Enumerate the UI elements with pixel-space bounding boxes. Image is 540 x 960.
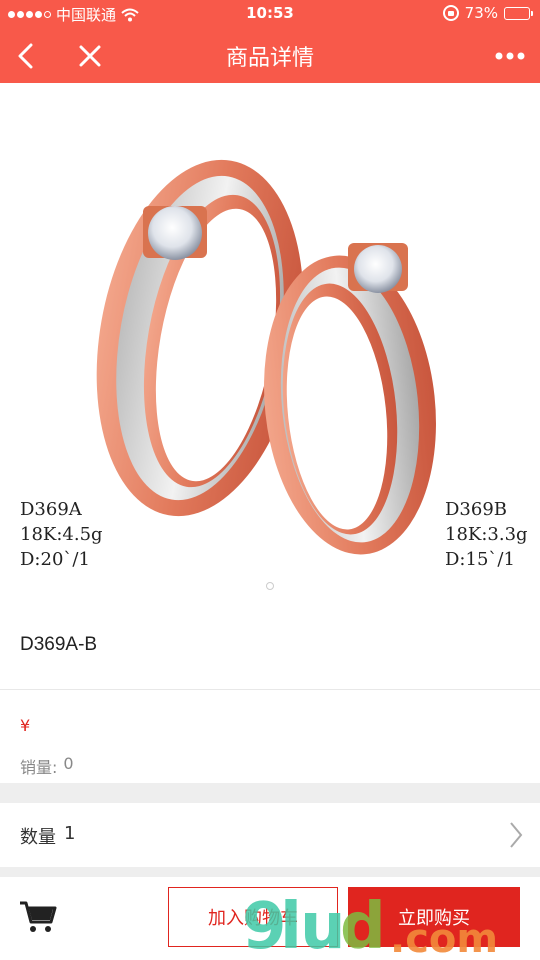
quantity-value: 1 (64, 823, 76, 844)
quantity-label: 数量 (20, 827, 56, 848)
chevron-right-icon (510, 822, 523, 848)
rotation-lock-icon (442, 5, 459, 21)
cart-icon[interactable] (18, 897, 58, 937)
section-separator (0, 783, 540, 803)
right-ring-caption: D369B 18K:3.3g D:15`/1 (445, 497, 528, 572)
status-bar: 中国联通 10:53 73% (0, 0, 540, 28)
buy-now-button[interactable]: 立即购买 (348, 887, 520, 947)
left-ring-diamond: D:20`/1 (20, 549, 90, 570)
left-ring-model: D369A (20, 499, 82, 520)
right-ring-diamond: D:15`/1 (445, 549, 515, 570)
battery-icon (504, 6, 533, 20)
quantity-row[interactable]: 数量 1 (0, 803, 540, 867)
sales-value: 0 (63, 754, 74, 773)
right-ring-model: D369B (445, 499, 508, 520)
sales-label: 销量: (20, 758, 58, 777)
product-image-carousel[interactable]: D369A 18K:4.5g D:20`/1 D369B 18K:3.3g D:… (0, 83, 540, 603)
status-right: 73% (442, 4, 533, 22)
price: ¥ (20, 716, 31, 735)
nav-bar: 商品详情 (0, 28, 540, 83)
right-ring-weight: 18K:3.3g (445, 524, 528, 545)
product-title: D369A-B (20, 634, 98, 655)
bottom-action-bar: 加入购物车 立即购买 (0, 877, 540, 960)
left-ring-caption: D369A 18K:4.5g D:20`/1 (20, 497, 103, 572)
more-button[interactable] (492, 38, 528, 74)
left-ring-weight: 18K:4.5g (20, 524, 103, 545)
add-to-cart-button[interactable]: 加入购物车 (168, 887, 338, 947)
more-dots-icon (495, 52, 525, 60)
page-title: 商品详情 (225, 46, 314, 71)
divider (0, 689, 540, 690)
carousel-indicator[interactable] (266, 582, 274, 590)
sales-count: 销量: 0 (20, 754, 74, 778)
battery-percent: 73% (464, 4, 498, 22)
section-separator-bottom (0, 867, 540, 877)
quantity-label-group: 数量 1 (20, 823, 75, 849)
